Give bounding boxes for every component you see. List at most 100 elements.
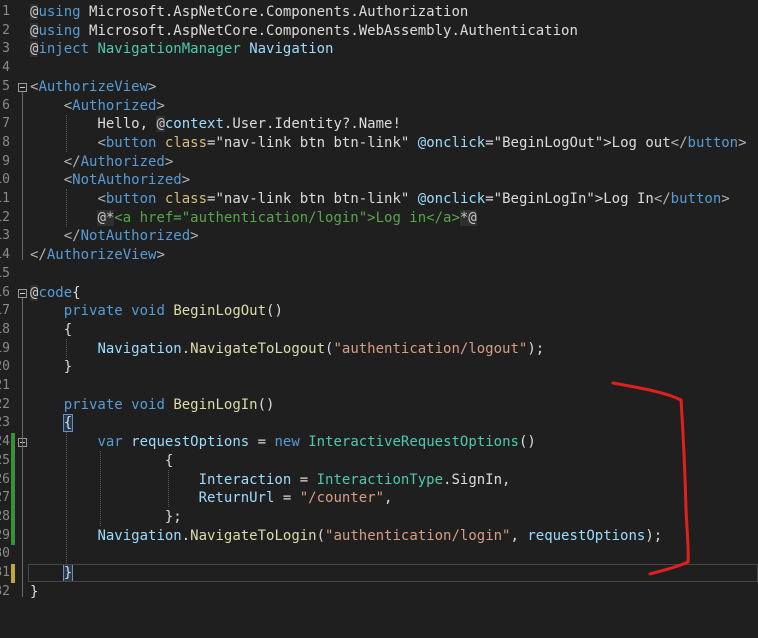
code-token: requestOptions <box>131 434 250 451</box>
code-line[interactable]: 8 <button class="nav-link btn btn-link" … <box>0 134 758 153</box>
code-token: private <box>63 396 123 413</box>
line-number: 27 <box>0 490 10 506</box>
code-line[interactable]: 14 </AuthorizeView> <box>0 246 758 265</box>
code-line[interactable]: 26 Interaction = InteractionType.SignIn, <box>0 471 758 490</box>
code-token: { <box>30 321 73 338</box>
code-line[interactable]: 7 Hello, @context.User.Identity?.Name! <box>0 115 758 134</box>
code-line[interactable]: 17 private void BeginLogOut() <box>0 302 758 321</box>
code-line[interactable]: 19 Navigation.NavigateToLogout("authenti… <box>0 340 758 359</box>
code-token: Authorized <box>72 97 157 114</box>
code-editor[interactable]: 1 @using Microsoft.AspNetCore.Components.… <box>0 0 758 638</box>
code-text: <NotAuthorized> <box>30 171 190 190</box>
code-line[interactable]: 15 <box>0 265 758 284</box>
code-line[interactable]: 18 { <box>0 321 758 340</box>
line-number: 21 <box>0 378 10 393</box>
code-token: void <box>131 396 165 413</box>
code-token: InteractionType <box>316 471 444 488</box>
code-line[interactable]: 9 </Authorized> <box>0 153 758 172</box>
code-token: = <box>249 434 275 451</box>
code-line[interactable]: 1 @using Microsoft.AspNetCore.Components.… <box>0 3 758 22</box>
code-line[interactable]: 20 } <box>0 358 758 377</box>
code-token: NavigateToLogout <box>190 340 326 357</box>
code-text: private void BeginLogOut() <box>30 302 283 321</box>
code-token: Hello, <box>30 116 157 133</box>
code-line[interactable]: 4 <box>0 59 758 78</box>
code-token: var <box>97 434 123 451</box>
code-line[interactable]: 21 <box>0 377 758 396</box>
code-line[interactable]: 5 <AuthorizeView> <box>0 78 758 97</box>
code-token: > <box>156 247 165 264</box>
code-text: var requestOptions = new InteractiveRequ… <box>30 433 535 452</box>
code-line[interactable]: 10 <NotAuthorized> <box>0 171 758 190</box>
code-text: </Authorized> <box>30 153 174 172</box>
line-number: 9 <box>2 153 10 169</box>
code-text: Navigation.NavigateToLogin("authenticati… <box>30 527 662 546</box>
code-line[interactable]: 22 private void BeginLogIn() <box>0 396 758 415</box>
line-number: 13 <box>0 228 10 244</box>
fold-region-line <box>22 297 23 597</box>
fold-toggle-icon[interactable] <box>18 288 27 298</box>
code-line[interactable]: 2 @using Microsoft.AspNetCore.Components.… <box>0 22 758 41</box>
code-line[interactable]: 12 @*<a href="authentication/login">Log … <box>0 209 758 228</box>
change-marker <box>11 433 15 546</box>
code-token: NotAuthorized <box>72 172 182 189</box>
code-text: private void BeginLogIn() <box>30 396 275 415</box>
code-line[interactable]: 24 var requestOptions = new InteractiveR… <box>0 433 758 452</box>
code-token: > <box>721 191 730 207</box>
code-token: *@ <box>459 209 477 226</box>
line-number: 30 <box>0 546 10 562</box>
code-token: Microsoft.AspNetCore.Components.Authoriz… <box>80 4 469 20</box>
line-number: 29 <box>0 527 10 543</box>
code-token: using <box>38 4 81 20</box>
code-token: Navigation <box>249 41 334 58</box>
code-text: @inject NavigationManager Navigation <box>30 40 333 59</box>
code-line[interactable]: 11 <button class="nav-link btn btn-link"… <box>0 190 758 209</box>
code-line[interactable]: 3 @inject NavigationManager Navigation <box>0 40 758 59</box>
fold-toggle-icon[interactable] <box>18 82 27 92</box>
code-line[interactable]: 23 { <box>0 414 758 433</box>
code-text: @*<a href="authentication/login">Log in<… <box>30 209 477 228</box>
code-line[interactable]: 16 @code{ <box>0 284 758 303</box>
code-token: Interaction <box>198 471 292 488</box>
code-token: @onclick <box>417 134 486 151</box>
code-token: using <box>38 22 81 39</box>
indent-guide <box>66 432 67 564</box>
code-text: <AuthorizeView> <box>30 78 156 97</box>
code-token: "authentication/login" <box>325 527 511 544</box>
line-number: 6 <box>2 97 10 113</box>
line-number: 17 <box>0 303 10 319</box>
code-token: Navigation <box>97 527 182 544</box>
code-line[interactable]: 6 <Authorized> <box>0 97 758 116</box>
code-token: private <box>63 303 123 320</box>
code-token: = <box>274 490 300 507</box>
code-text: @using Microsoft.AspNetCore.Components.W… <box>30 22 578 41</box>
code-line[interactable]: 13 </NotAuthorized> <box>0 227 758 246</box>
code-token: requestOptions <box>527 527 646 544</box>
indent-guide <box>66 114 67 152</box>
line-number: 15 <box>0 265 10 281</box>
code-token: @onclick <box>417 191 486 207</box>
code-token: ( <box>316 527 326 544</box>
code-token: context <box>164 116 224 133</box>
code-token: { <box>62 414 74 433</box>
code-line[interactable]: 29 Navigation.NavigateToLogin("authentic… <box>0 527 758 546</box>
code-line[interactable]: 27 ReturnUrl = "/counter", <box>0 489 758 508</box>
code-token: { <box>30 452 174 469</box>
code-line[interactable]: 32} <box>0 583 758 602</box>
code-line[interactable]: 25 { <box>0 452 758 471</box>
code-line[interactable]: 30 <box>0 545 758 564</box>
line-number: 23 <box>0 415 10 431</box>
code-line[interactable]: 28 }; <box>0 508 758 527</box>
